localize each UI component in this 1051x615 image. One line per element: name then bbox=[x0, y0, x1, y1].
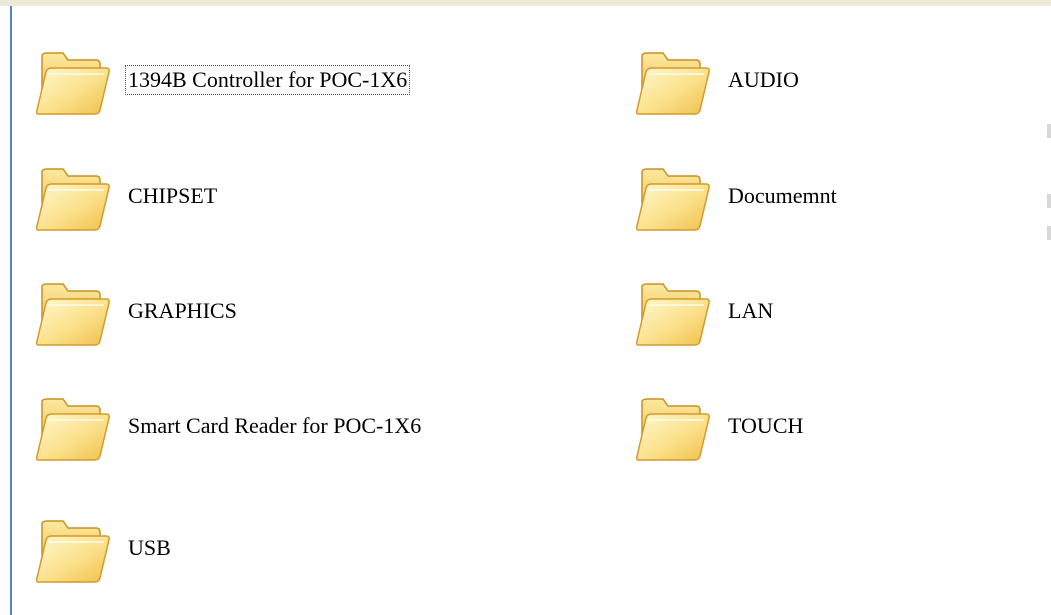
folder-item-touch[interactable]: TOUCH bbox=[632, 386, 805, 466]
folder-item-documemnt[interactable]: Documemnt bbox=[632, 156, 839, 236]
folder-item-graphics[interactable]: GRAPHICS bbox=[32, 271, 239, 351]
folder-item-audio[interactable]: AUDIO bbox=[632, 40, 801, 120]
folder-icon bbox=[635, 168, 711, 231]
folder-item-smart-card-reader[interactable]: Smart Card Reader for POC-1X6 bbox=[32, 386, 423, 466]
folder-label: USB bbox=[128, 535, 171, 560]
folder-item-1394b-controller[interactable]: 1394B Controller for POC-1X6 bbox=[32, 40, 411, 120]
folder-label: Smart Card Reader for POC-1X6 bbox=[128, 413, 422, 438]
folder-icon bbox=[635, 398, 711, 461]
folder-icon bbox=[35, 283, 111, 346]
folder-label: CHIPSET bbox=[128, 183, 218, 208]
folder-icon bbox=[35, 52, 111, 115]
partial-item-edge bbox=[1047, 124, 1051, 138]
folder-item-chipset[interactable]: CHIPSET bbox=[32, 156, 219, 236]
folder-view[interactable]: 1394B Controller for POC-1X6 AUDIO CHIPS… bbox=[12, 6, 1051, 615]
folder-icon bbox=[35, 398, 111, 461]
partial-item-edge bbox=[1047, 226, 1051, 240]
folder-item-lan[interactable]: LAN bbox=[632, 271, 775, 351]
folder-label: 1394B Controller for POC-1X6 bbox=[124, 65, 411, 95]
folder-label: LAN bbox=[728, 298, 774, 323]
folder-label: GRAPHICS bbox=[128, 298, 237, 323]
folder-label: AUDIO bbox=[728, 67, 799, 92]
folder-icon bbox=[35, 520, 111, 583]
explorer-window: 1394B Controller for POC-1X6 AUDIO CHIPS… bbox=[0, 0, 1051, 615]
folder-label: Documemnt bbox=[728, 183, 837, 208]
folder-icon bbox=[635, 52, 711, 115]
folder-item-usb[interactable]: USB bbox=[32, 508, 173, 588]
folder-icon bbox=[635, 283, 711, 346]
folder-label: TOUCH bbox=[728, 413, 804, 438]
partial-item-edge bbox=[1047, 194, 1051, 208]
folder-icon bbox=[35, 168, 111, 231]
